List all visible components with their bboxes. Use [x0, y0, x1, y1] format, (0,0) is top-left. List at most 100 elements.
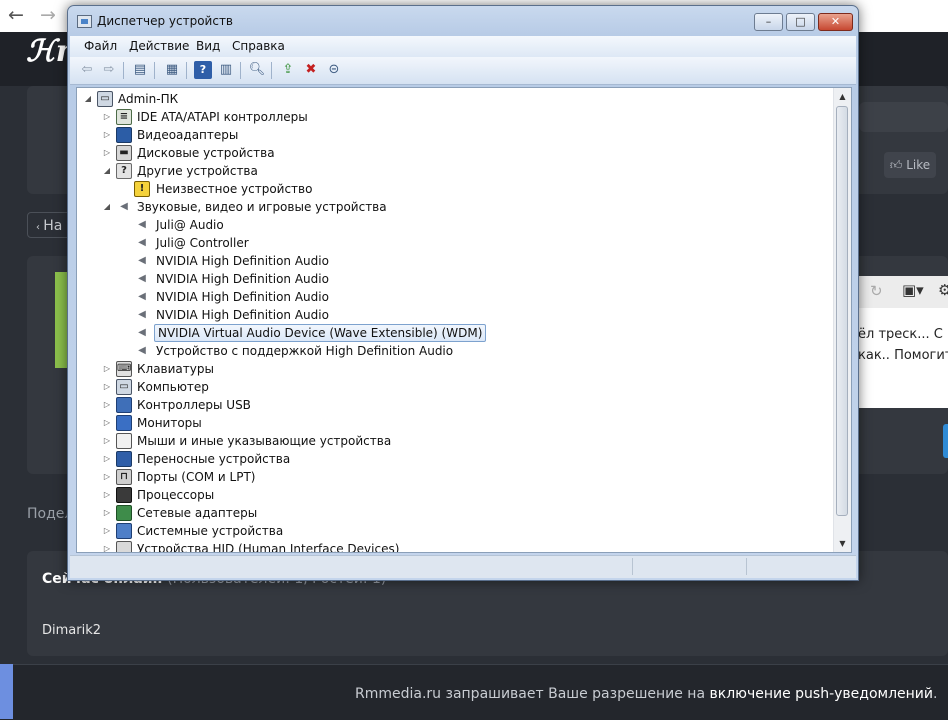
speaker-icon: ◀ [134, 217, 150, 233]
tree-item-label: Клавиатуры [137, 362, 214, 376]
tree-item-label: Процессоры [137, 488, 215, 502]
collapsed-triangle-icon[interactable]: ▷ [102, 435, 112, 447]
browser-forward-icon[interactable]: → [40, 3, 56, 27]
tree-item-label: Juli@ Audio [156, 218, 224, 232]
menu-help[interactable]: Справка [232, 39, 285, 53]
speaker-icon: ◀ [134, 307, 150, 323]
tree-item-label: Видеоадаптеры [137, 128, 239, 142]
computer-icon: ▭ [97, 91, 113, 107]
toolbar-separator [123, 62, 124, 79]
vertical-scrollbar[interactable]: ▲ ▼ [833, 88, 851, 552]
redo-icon[interactable]: ↻ [870, 282, 883, 300]
collapsed-triangle-icon[interactable]: ▷ [102, 525, 112, 537]
menu-view[interactable]: Вид [196, 39, 220, 53]
post-field [859, 102, 948, 132]
tree-item-label: Порты (COM и LPT) [137, 470, 256, 484]
editor-toolbar: ↻ ▣▾ ⚙ [858, 276, 948, 309]
title-bar[interactable]: Диспетчер устройств – □ ✕ [68, 6, 858, 36]
properties-icon[interactable]: ▦ [163, 61, 181, 79]
ide-controller-icon: ≡ [116, 109, 132, 125]
collapsed-triangle-icon[interactable]: ▷ [102, 399, 112, 411]
editor-line: ёл треск... С [858, 327, 943, 342]
toolbar-separator [154, 62, 155, 79]
save-draft-icon[interactable]: ▣▾ [902, 281, 924, 299]
collapsed-triangle-icon[interactable]: ▷ [102, 507, 112, 519]
collapsed-triangle-icon[interactable]: ▷ [102, 471, 112, 483]
show-hide-console-tree-icon[interactable]: ▤ [131, 61, 149, 79]
device-tree[interactable]: ▲ ▼ ◢ ▭ Admin-ПК ▷ ≡ IDE ATA/ATAPI контроллер… [76, 87, 852, 553]
thumbs-up-icon: 👍︎ [889, 158, 903, 172]
push-text-after: . [933, 686, 938, 702]
push-enable-link[interactable]: включение push-уведомлений [710, 686, 934, 702]
scrollbar-thumb[interactable] [836, 106, 848, 516]
post-reply-button[interactable] [943, 424, 948, 458]
tree-item-label: Мыши и иные указывающие устройства [137, 434, 392, 448]
scroll-down-arrow-icon[interactable]: ▼ [834, 535, 851, 552]
collapsed-triangle-icon[interactable]: ▷ [102, 417, 112, 429]
online-user-link[interactable]: Dimarik2 [42, 623, 101, 638]
portable-device-icon [116, 451, 132, 467]
reply-editor[interactable]: ёл треск... С как.. Помогит [858, 308, 948, 408]
menu-bar: Файл Действие Вид Справка [70, 36, 856, 57]
collapsed-triangle-icon[interactable]: ▷ [102, 111, 112, 123]
tree-item-label: NVIDIA High Definition Audio [156, 254, 329, 268]
status-cell [634, 558, 747, 575]
speaker-icon: ◀ [134, 253, 150, 269]
back-arrow-icon[interactable]: ⇦ [78, 61, 96, 79]
push-notification-bar: Rmmedia.ru запрашивает Ваше разрешение н… [0, 664, 948, 720]
collapsed-triangle-icon[interactable]: ▷ [102, 543, 112, 552]
status-cell [70, 558, 633, 575]
hid-device-icon [116, 541, 132, 552]
computer-icon: ▭ [116, 379, 132, 395]
editor-line: как.. Помогит [858, 348, 948, 363]
scan-hardware-icon[interactable]: 🔍︎ [248, 61, 266, 79]
forward-arrow-icon[interactable]: ⇨ [100, 61, 118, 79]
expanded-triangle-icon[interactable]: ◢ [83, 93, 93, 105]
speaker-icon: ◀ [134, 235, 150, 251]
tree-item-label: Juli@ Controller [156, 236, 249, 250]
action-pane-icon[interactable]: ▥ [217, 61, 235, 79]
speaker-icon: ◀ [116, 199, 132, 215]
collapsed-triangle-icon[interactable]: ▷ [102, 381, 112, 393]
back-button-label: На [43, 218, 63, 234]
settings-gear-icon[interactable]: ⚙ [938, 281, 948, 299]
expanded-triangle-icon[interactable]: ◢ [102, 165, 112, 177]
close-button[interactable]: ✕ [818, 13, 853, 31]
scroll-up-arrow-icon[interactable]: ▲ [834, 88, 851, 105]
minimize-button[interactable]: – [754, 13, 783, 31]
processor-icon [116, 487, 132, 503]
collapsed-triangle-icon[interactable]: ▷ [102, 453, 112, 465]
tree-item-label: Admin-ПК [118, 92, 179, 106]
speaker-icon: ◀ [134, 289, 150, 305]
disable-device-icon[interactable]: ⊝ [325, 61, 343, 79]
tree-item-label: Устройства HID (Human Interface Devices) [137, 542, 400, 553]
collapsed-triangle-icon[interactable]: ▷ [102, 489, 112, 501]
collapsed-triangle-icon[interactable]: ▷ [102, 147, 112, 159]
tree-item-label: Устройство с поддержкой High Definition … [156, 344, 454, 358]
maximize-button[interactable]: □ [786, 13, 815, 31]
tree-item-label: Другие устройства [137, 164, 258, 178]
port-icon: ⊓ [116, 469, 132, 485]
menu-file[interactable]: Файл [84, 39, 117, 53]
toolbar: ⇦ ⇨ ▤ ▦ ? ▥ 🔍︎ ⇪ ✖ ⊝ [70, 57, 856, 85]
toolbar-separator [186, 62, 187, 79]
push-accent [0, 664, 13, 719]
speaker-icon: ◀ [134, 271, 150, 287]
tree-item-label: NVIDIA High Definition Audio [156, 290, 329, 304]
tree-item-label: Мониторы [137, 416, 202, 430]
tree-item-label: Звуковые, видео и игровые устройства [137, 200, 387, 214]
expanded-triangle-icon[interactable]: ◢ [102, 201, 112, 213]
speaker-icon: ◀ [134, 343, 150, 359]
update-driver-icon[interactable]: ⇪ [279, 61, 297, 79]
tree-item-label: NVIDIA Virtual Audio Device (Wave Extens… [154, 324, 487, 342]
browser-back-icon[interactable]: ← [8, 3, 24, 27]
push-text-before: Rmmedia.ru запрашивает Ваше разрешение н… [355, 686, 710, 702]
help-icon[interactable]: ? [194, 61, 212, 79]
collapsed-triangle-icon[interactable]: ▷ [102, 129, 112, 141]
like-button[interactable]: 👍︎ Like [884, 152, 936, 178]
collapsed-triangle-icon[interactable]: ▷ [102, 363, 112, 375]
network-adapter-icon [116, 505, 132, 521]
tree-item-label: Переносные устройства [137, 452, 291, 466]
menu-action[interactable]: Действие [129, 39, 189, 53]
uninstall-device-icon[interactable]: ✖ [302, 61, 320, 79]
